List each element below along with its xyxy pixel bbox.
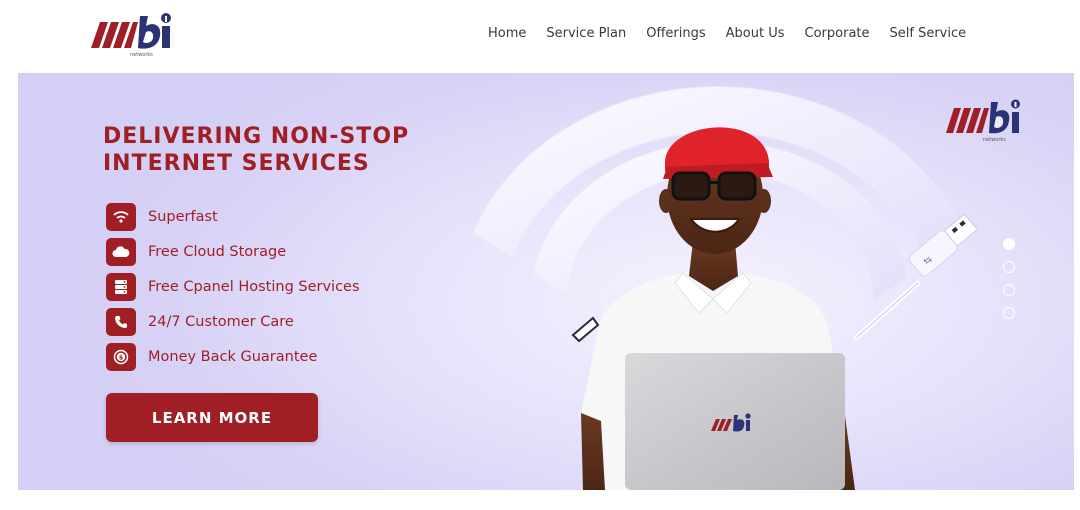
feature-item-cpanel-hosting: Free Cpanel Hosting Services — [106, 273, 406, 301]
hero-person-image — [581, 127, 855, 490]
slider-dot-1[interactable] — [1003, 238, 1015, 250]
feature-item-superfast: Superfast — [106, 203, 406, 231]
feature-list: Superfast Free Cloud Storage Free Cpanel… — [106, 203, 406, 378]
server-icon — [106, 273, 136, 301]
feature-label: Superfast — [148, 209, 218, 225]
feature-label: Free Cpanel Hosting Services — [148, 279, 360, 295]
feature-label: Free Cloud Storage — [148, 244, 287, 260]
logo-subtext: networks — [130, 52, 153, 58]
headline-line-2: INTERNET SERVICES — [103, 151, 370, 176]
slider-dot-4[interactable] — [1003, 307, 1015, 319]
cloud-icon — [106, 238, 136, 266]
feature-item-money-back: $ Money Back Guarantee — [106, 343, 406, 371]
nav-item-self-service[interactable]: Self Service — [880, 22, 977, 46]
svg-text:$: $ — [119, 354, 124, 362]
hero-logo-subtext: networks — [983, 137, 1006, 143]
phone-icon — [106, 308, 136, 336]
feature-label: 24/7 Customer Care — [148, 314, 294, 330]
slider-dot-3[interactable] — [1003, 284, 1015, 296]
wifi-icon — [106, 203, 136, 231]
nav-item-about-us[interactable]: About Us — [716, 22, 795, 46]
feature-item-cloud-storage: Free Cloud Storage — [106, 238, 406, 266]
nav-item-corporate[interactable]: Corporate — [795, 22, 880, 46]
nav-item-home[interactable]: Home — [478, 22, 536, 46]
slider-pagination — [1003, 238, 1017, 328]
hero-banner[interactable]: ⇆ DELIVERING NON-STOP INTERNET SERVICES … — [18, 73, 1074, 490]
learn-more-button[interactable]: LEARN MORE — [106, 393, 318, 442]
hero-headline: DELIVERING NON-STOP INTERNET SERVICES — [103, 123, 503, 177]
slider-dot-2[interactable] — [1003, 261, 1015, 273]
nav-item-service-plan[interactable]: Service Plan — [536, 22, 636, 46]
site-header: networks Home Service Plan Offerings Abo… — [0, 0, 1080, 72]
site-logo[interactable]: networks — [88, 8, 178, 60]
page: networks Home Service Plan Offerings Abo… — [0, 0, 1080, 510]
money-icon: $ — [106, 343, 136, 371]
hero-brand-logo: networks — [943, 95, 1027, 145]
main-nav: Home Service Plan Offerings About Us Cor… — [478, 22, 976, 46]
feature-label: Money Back Guarantee — [148, 349, 318, 365]
headline-line-1: DELIVERING NON-STOP — [103, 124, 410, 149]
feature-item-customer-care: 24/7 Customer Care — [106, 308, 406, 336]
nav-item-offerings[interactable]: Offerings — [636, 22, 715, 46]
